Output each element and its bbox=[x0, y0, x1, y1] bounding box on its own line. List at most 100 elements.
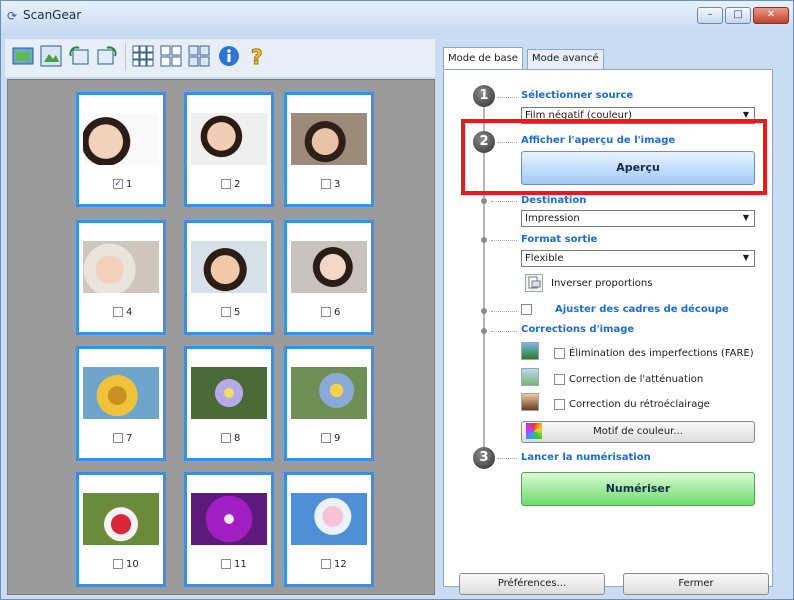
thumbnail-checkbox[interactable] bbox=[321, 559, 331, 569]
thumbnail-6[interactable]: 6 bbox=[284, 220, 374, 335]
window-title: ScanGear bbox=[23, 8, 82, 22]
tab-mode-de-base[interactable]: Mode de base bbox=[443, 47, 523, 69]
preferences-button[interactable]: Préférences... bbox=[459, 573, 605, 595]
thumbnail-image[interactable] bbox=[291, 113, 367, 165]
crop-frames-label: Ajuster des cadres de découpe bbox=[555, 304, 729, 315]
layout-grid-large-icon[interactable] bbox=[187, 44, 211, 68]
bullet bbox=[481, 308, 487, 314]
step-3-badge: 3 bbox=[473, 447, 495, 469]
output-format-select[interactable]: Flexible ▼ bbox=[521, 250, 755, 267]
close-button[interactable]: Fermer bbox=[623, 573, 769, 595]
thumbnail-11[interactable]: 11 bbox=[184, 472, 274, 587]
fare-icon bbox=[521, 342, 539, 360]
thumbnail-checkbox[interactable] bbox=[113, 307, 123, 317]
thumbnail-checkbox[interactable] bbox=[321, 433, 331, 443]
scan-button[interactable]: Numériser bbox=[521, 472, 755, 506]
thumbnail-5[interactable]: 5 bbox=[184, 220, 274, 335]
fading-correction-icon bbox=[521, 368, 539, 386]
close-window-button[interactable]: ✕ bbox=[753, 7, 789, 24]
thumbnail-number: 1 bbox=[126, 179, 133, 190]
invert-ratio-icon[interactable] bbox=[525, 274, 543, 292]
svg-text:?: ? bbox=[251, 45, 263, 68]
thumbnail-image[interactable] bbox=[191, 367, 267, 419]
thumbnail-image[interactable] bbox=[83, 241, 159, 293]
chevron-down-icon: ▼ bbox=[742, 253, 749, 262]
rotate-right-icon[interactable] bbox=[95, 44, 119, 68]
backlight-correction-icon bbox=[521, 393, 539, 411]
color-pattern-icon bbox=[526, 423, 542, 439]
thumbnail-8[interactable]: 8 bbox=[184, 346, 274, 461]
thumbnail-checkbox[interactable]: ✓ bbox=[113, 179, 123, 189]
thumbnail-12[interactable]: 12 bbox=[284, 472, 374, 587]
thumbnail-10[interactable]: 10 bbox=[76, 472, 166, 587]
thumbnail-image[interactable] bbox=[191, 113, 267, 165]
toolbar-separator bbox=[125, 43, 126, 71]
thumbnail-image[interactable] bbox=[291, 241, 367, 293]
thumbnail-image[interactable] bbox=[191, 493, 267, 545]
dotted-leader bbox=[497, 97, 517, 98]
title-bar: ⟳ ScanGear – □ ✕ bbox=[1, 1, 793, 35]
thumbnail-4[interactable]: 4 bbox=[76, 220, 166, 335]
thumbnail-number: 5 bbox=[234, 307, 241, 318]
dotted-leader bbox=[497, 458, 517, 459]
thumbnail-checkbox[interactable] bbox=[113, 433, 123, 443]
thumbnail-number: 10 bbox=[126, 559, 139, 570]
thumbnail-number: 4 bbox=[126, 307, 133, 318]
tab-mode-avance[interactable]: Mode avancé bbox=[527, 49, 604, 69]
destination-select[interactable]: Impression ▼ bbox=[521, 210, 755, 227]
thumbnail-image[interactable] bbox=[291, 367, 367, 419]
chevron-down-icon: ▼ bbox=[742, 213, 749, 222]
maximize-button[interactable]: □ bbox=[725, 7, 751, 24]
output-format-label: Format sortie bbox=[521, 234, 598, 245]
thumbnail-number: 7 bbox=[126, 433, 133, 444]
thumbnail-7[interactable]: 7 bbox=[76, 346, 166, 461]
thumbnail-image[interactable] bbox=[83, 493, 159, 545]
fare-checkbox[interactable] bbox=[554, 348, 565, 359]
highlight-frame bbox=[461, 119, 767, 195]
info-icon[interactable] bbox=[217, 44, 241, 68]
thumbnail-2[interactable]: 2 bbox=[184, 92, 274, 207]
layout-grid-small-icon[interactable] bbox=[131, 44, 155, 68]
image-corrections-label: Corrections d'image bbox=[521, 324, 635, 335]
layout-grid-medium-icon[interactable] bbox=[159, 44, 183, 68]
thumbnail-checkbox[interactable] bbox=[221, 559, 231, 569]
minimize-button[interactable]: – bbox=[697, 7, 723, 24]
destination-select-value: Impression bbox=[525, 213, 580, 224]
fare-label: Élimination des imperfections (FARE) bbox=[569, 348, 754, 359]
invert-ratio-label: Inverser proportions bbox=[551, 278, 653, 289]
help-icon[interactable]: ? bbox=[245, 44, 269, 70]
thumbnail-checkbox[interactable] bbox=[221, 179, 231, 189]
dotted-leader bbox=[491, 201, 517, 202]
thumbnail-number: 2 bbox=[234, 179, 241, 190]
thumbnail-number: 12 bbox=[334, 559, 347, 570]
thumbnail-image[interactable] bbox=[83, 367, 159, 419]
thumbnail-1[interactable]: ✓ 1 bbox=[76, 92, 166, 207]
thumbnail-checkbox[interactable] bbox=[113, 559, 123, 569]
thumbnail-3[interactable]: 3 bbox=[284, 92, 374, 207]
rotate-left-icon[interactable] bbox=[67, 44, 91, 68]
thumbnail-checkbox[interactable] bbox=[221, 433, 231, 443]
select-source-label: Sélectionner source bbox=[521, 90, 634, 101]
thumbnail-view-icon[interactable] bbox=[11, 44, 35, 68]
destination-label: Destination bbox=[521, 195, 587, 206]
crop-frames-checkbox[interactable] bbox=[521, 304, 532, 315]
bullet bbox=[481, 198, 487, 204]
thumbnail-number: 8 bbox=[234, 433, 241, 444]
thumbnail-image[interactable] bbox=[291, 493, 367, 545]
fading-correction-label: Correction de l'atténuation bbox=[569, 374, 704, 385]
backlight-correction-label: Correction du rétroéclairage bbox=[569, 399, 710, 410]
color-pattern-button[interactable]: Motif de couleur... bbox=[521, 421, 755, 443]
scangear-window: ⟳ ScanGear – □ ✕ ? ✓ 1 2 3 4 5 6 7 8 9 1… bbox=[0, 0, 794, 600]
thumbnail-checkbox[interactable] bbox=[221, 307, 231, 317]
whole-image-icon[interactable] bbox=[39, 44, 63, 68]
thumbnail-number: 3 bbox=[334, 179, 341, 190]
thumbnail-checkbox[interactable] bbox=[321, 307, 331, 317]
thumbnail-checkbox[interactable] bbox=[321, 179, 331, 189]
thumbnail-9[interactable]: 9 bbox=[284, 346, 374, 461]
fading-correction-checkbox[interactable] bbox=[554, 374, 565, 385]
backlight-correction-checkbox[interactable] bbox=[554, 399, 565, 410]
dotted-leader bbox=[491, 240, 517, 241]
thumbnail-image[interactable] bbox=[83, 113, 159, 165]
thumbnail-image[interactable] bbox=[191, 241, 267, 293]
bullet bbox=[481, 237, 487, 243]
